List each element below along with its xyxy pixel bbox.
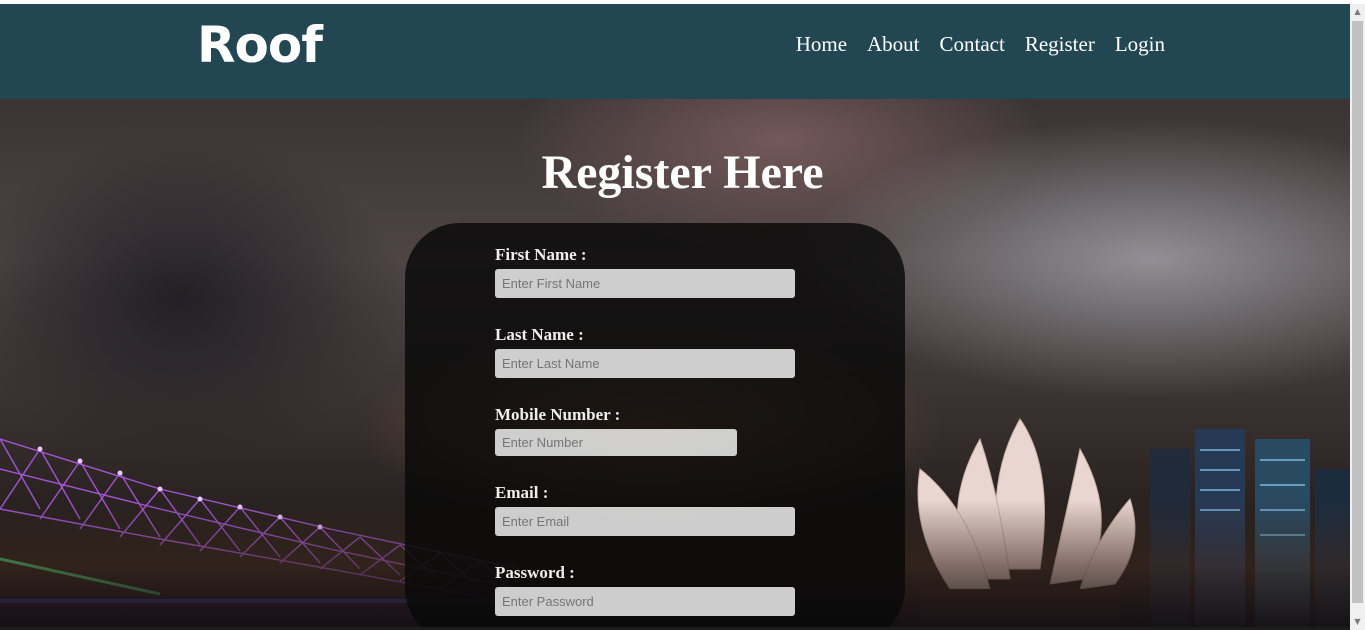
last-name-input[interactable] bbox=[495, 349, 795, 378]
scrollbar-thumb[interactable] bbox=[1352, 21, 1363, 603]
register-form-panel: First Name : Last Name : Mobile Number :… bbox=[405, 223, 905, 630]
brand-logo[interactable]: Roof bbox=[197, 16, 323, 74]
navbar: Roof Home About Contact Register Login bbox=[0, 4, 1350, 99]
nav-register-link[interactable]: Register bbox=[1025, 32, 1095, 57]
email-input[interactable] bbox=[495, 507, 795, 536]
password-field-group: Password : bbox=[495, 563, 795, 616]
first-name-label: First Name : bbox=[495, 245, 587, 264]
mobile-field-group: Mobile Number : bbox=[495, 405, 795, 456]
nav-login-link[interactable]: Login bbox=[1115, 32, 1165, 57]
last-name-label: Last Name : bbox=[495, 325, 584, 344]
page-title: Register Here bbox=[541, 146, 824, 199]
email-label: Email : bbox=[495, 483, 549, 502]
vertical-scrollbar[interactable]: ▲ ▼ bbox=[1350, 4, 1365, 630]
nav-home-link[interactable]: Home bbox=[796, 32, 847, 57]
first-name-input[interactable] bbox=[495, 269, 795, 298]
main-nav: Home About Contact Register Login bbox=[796, 32, 1165, 57]
nav-about-link[interactable]: About bbox=[867, 32, 920, 57]
first-name-field-group: First Name : bbox=[495, 245, 795, 298]
email-field-group: Email : bbox=[495, 483, 795, 536]
mobile-input[interactable] bbox=[495, 429, 737, 456]
scroll-up-arrow-icon[interactable]: ▲ bbox=[1350, 4, 1365, 20]
password-label: Password : bbox=[495, 563, 575, 582]
password-input[interactable] bbox=[495, 587, 795, 616]
scroll-down-arrow-icon[interactable]: ▼ bbox=[1350, 614, 1365, 630]
last-name-field-group: Last Name : bbox=[495, 325, 795, 378]
nav-contact-link[interactable]: Contact bbox=[940, 32, 1005, 57]
mobile-label: Mobile Number : bbox=[495, 405, 621, 424]
